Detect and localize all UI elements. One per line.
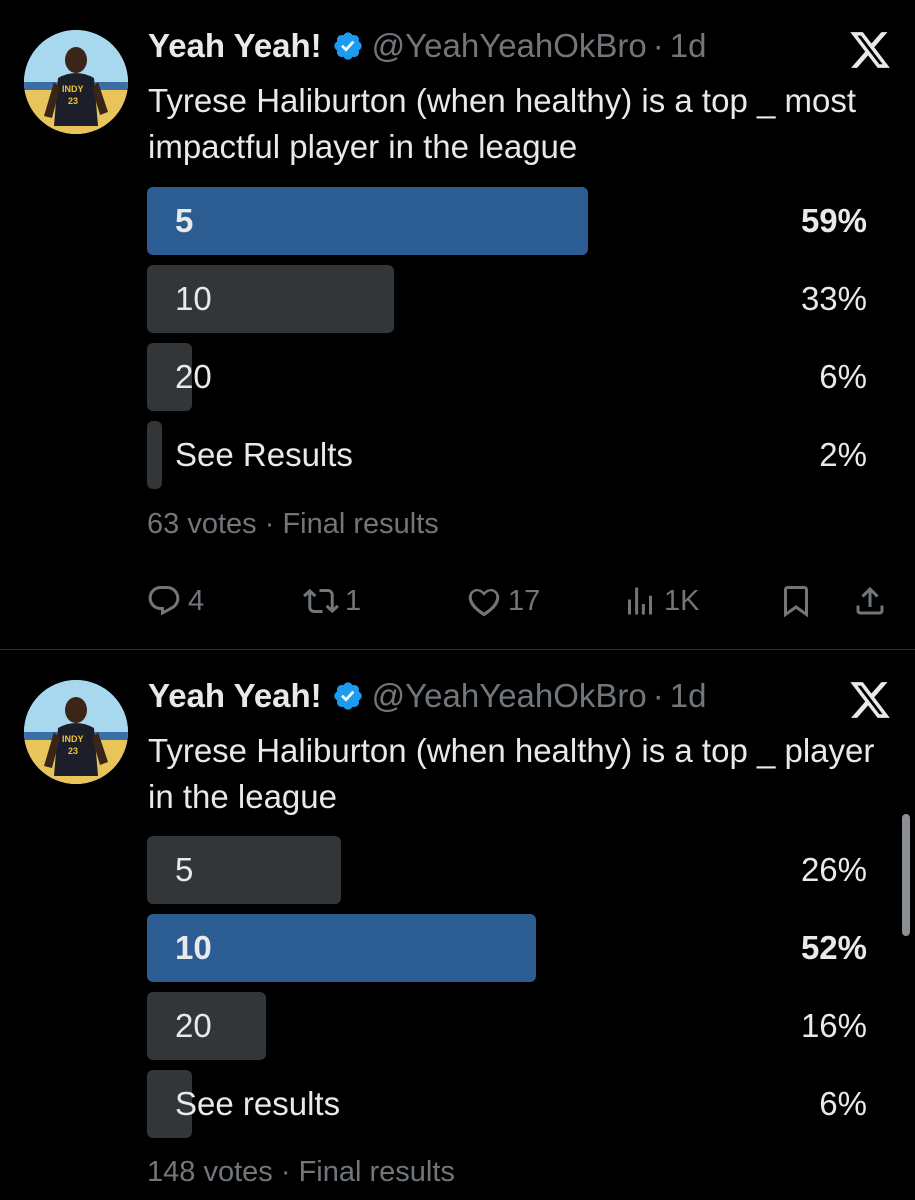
poll-option[interactable]: 5 59% bbox=[147, 187, 867, 255]
poll-option-label: See results bbox=[175, 1085, 341, 1122]
vote-count: 148 votes bbox=[147, 1156, 273, 1188]
svg-text:INDY: INDY bbox=[62, 734, 84, 744]
separator: · bbox=[280, 1156, 291, 1188]
poll-option-percent: 33% bbox=[800, 280, 867, 317]
verified-badge-icon bbox=[332, 680, 364, 712]
repost-count: 1 bbox=[345, 584, 362, 617]
poll-option-label: 5 bbox=[175, 202, 194, 239]
repost-icon bbox=[303, 583, 345, 619]
share-icon bbox=[852, 583, 894, 619]
separator: · bbox=[652, 677, 664, 714]
poll-option-bar bbox=[147, 421, 162, 489]
x-logo-icon bbox=[848, 678, 892, 722]
action-bar: 4 1 17 1K bbox=[0, 578, 915, 624]
tweet-1[interactable]: INDY 23 Yeah Yeah! @YeahYeahOkBro · 1d T… bbox=[0, 0, 915, 650]
separator: · bbox=[652, 27, 664, 64]
poll-option-percent: 59% bbox=[800, 202, 867, 239]
poll-option-label: 10 bbox=[175, 280, 212, 317]
poll-option-label: See Results bbox=[175, 436, 353, 473]
poll-option[interactable]: See Results 2% bbox=[147, 421, 867, 489]
poll-option-label: 20 bbox=[175, 1007, 212, 1044]
bookmark-icon bbox=[778, 583, 820, 619]
poll-option[interactable]: 10 52% bbox=[147, 914, 867, 982]
like-button[interactable]: 17 bbox=[466, 578, 540, 624]
poll-option-label: 10 bbox=[175, 929, 212, 966]
avatar-icon[interactable]: INDY 23 bbox=[24, 30, 128, 134]
svg-text:23: 23 bbox=[68, 746, 78, 756]
poll-option-percent: 16% bbox=[800, 1007, 867, 1044]
svg-text:23: 23 bbox=[68, 96, 78, 106]
poll-option[interactable]: 10 33% bbox=[147, 265, 867, 333]
poll-option-percent: 6% bbox=[819, 358, 867, 395]
separator: · bbox=[264, 508, 275, 540]
poll-status: Final results bbox=[282, 508, 439, 540]
poll-option[interactable]: 20 16% bbox=[147, 992, 867, 1060]
repost-button[interactable]: 1 bbox=[303, 578, 361, 624]
timestamp[interactable]: 1d bbox=[670, 26, 707, 66]
poll-option[interactable]: 5 26% bbox=[147, 836, 867, 904]
scrollbar[interactable] bbox=[902, 814, 910, 936]
avatar-icon[interactable]: INDY 23 bbox=[24, 680, 128, 784]
views-icon bbox=[622, 583, 664, 619]
tweet-2[interactable]: INDY 23 Yeah Yeah! @YeahYeahOkBro · 1d T… bbox=[0, 650, 915, 1200]
verified-badge-icon bbox=[332, 30, 364, 62]
poll-status: Final results bbox=[298, 1156, 455, 1188]
poll: 5 59% 10 33% 20 6% See Results 2% bbox=[147, 187, 867, 499]
poll-option-percent: 26% bbox=[800, 851, 867, 888]
reply-button[interactable]: 4 bbox=[146, 578, 204, 624]
bookmark-button[interactable] bbox=[778, 578, 820, 624]
display-name[interactable]: Yeah Yeah! bbox=[148, 26, 322, 66]
tweet-text: Tyrese Haliburton (when healthy) is a to… bbox=[148, 82, 857, 165]
x-logo-icon bbox=[848, 28, 892, 72]
handle[interactable]: @YeahYeahOkBro bbox=[372, 676, 647, 716]
poll-option-bar bbox=[147, 187, 588, 255]
poll-option-label: 20 bbox=[175, 358, 212, 395]
poll-option[interactable]: 20 6% bbox=[147, 343, 867, 411]
like-count: 17 bbox=[508, 584, 541, 617]
poll: 5 26% 10 52% 20 16% See results 6% bbox=[147, 836, 867, 1148]
poll-meta: 148 votes · Final results bbox=[147, 1156, 455, 1189]
display-name[interactable]: Yeah Yeah! bbox=[148, 676, 322, 716]
tweet-header: Yeah Yeah! @YeahYeahOkBro · 1d bbox=[148, 676, 707, 716]
views-button[interactable]: 1K bbox=[622, 578, 699, 624]
vote-count: 63 votes bbox=[147, 508, 257, 540]
like-icon bbox=[466, 583, 508, 619]
reply-count: 4 bbox=[188, 584, 205, 617]
share-button[interactable] bbox=[852, 578, 894, 624]
tweet-text: Tyrese Haliburton (when healthy) is a to… bbox=[148, 732, 875, 815]
timestamp[interactable]: 1d bbox=[670, 676, 707, 716]
tweet-header: Yeah Yeah! @YeahYeahOkBro · 1d bbox=[148, 26, 707, 66]
reply-icon bbox=[146, 583, 188, 619]
poll-option[interactable]: See results 6% bbox=[147, 1070, 867, 1138]
svg-text:INDY: INDY bbox=[62, 84, 84, 94]
views-count: 1K bbox=[664, 584, 700, 617]
poll-option-percent: 2% bbox=[819, 436, 867, 473]
poll-option-percent: 6% bbox=[819, 1085, 867, 1122]
poll-option-label: 5 bbox=[175, 851, 194, 888]
poll-option-percent: 52% bbox=[800, 929, 867, 966]
poll-meta: 63 votes · Final results bbox=[147, 508, 439, 541]
handle[interactable]: @YeahYeahOkBro bbox=[372, 26, 647, 66]
